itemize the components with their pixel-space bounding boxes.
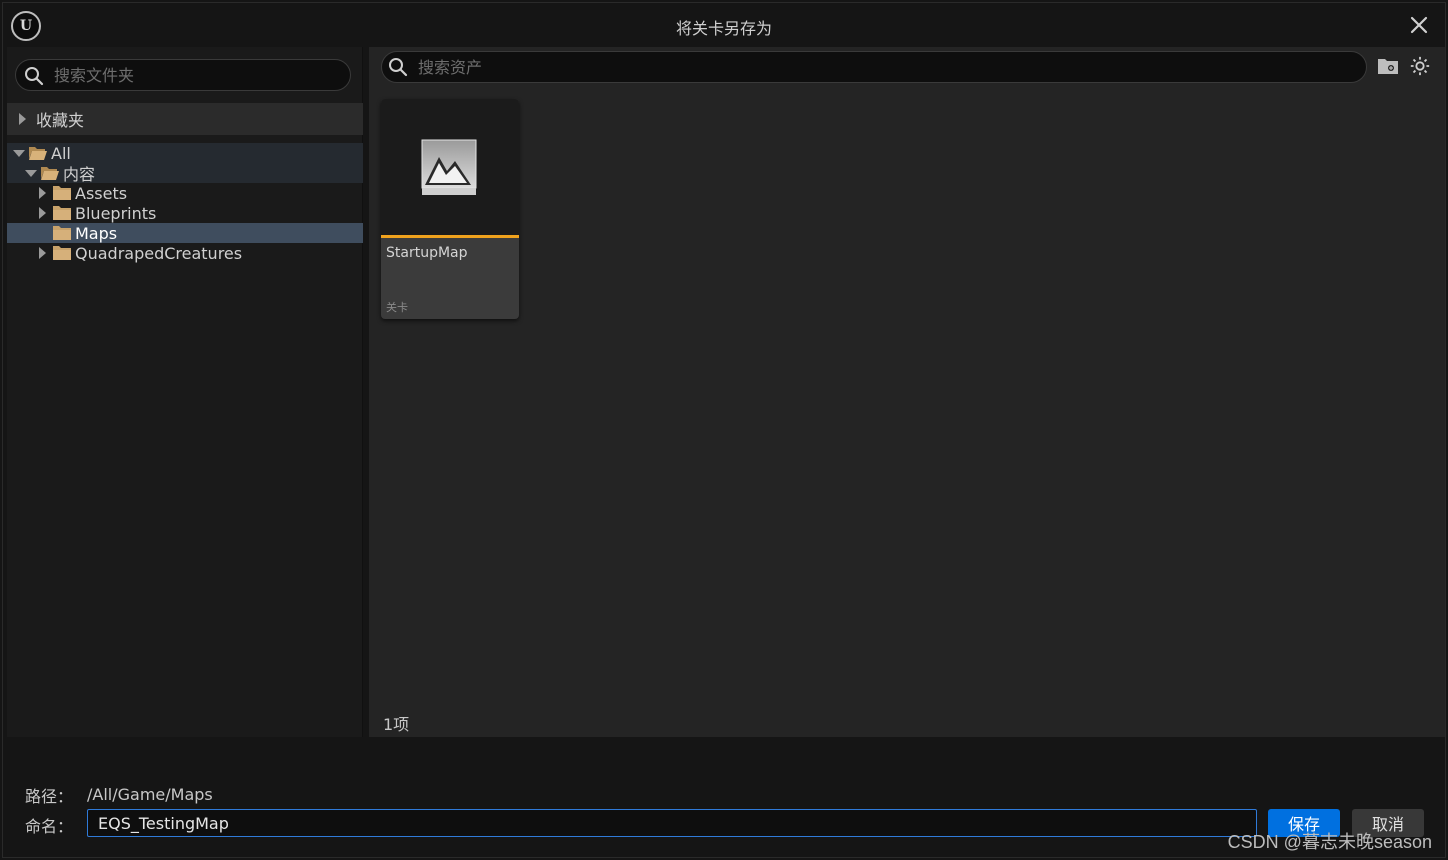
expand-arrow-icon[interactable] xyxy=(19,113,26,125)
tree-item-maps[interactable]: Maps xyxy=(7,223,363,243)
tree-item-label: Assets xyxy=(75,183,128,203)
open-folder-icon xyxy=(41,167,59,180)
path-value: /All/Game/Maps xyxy=(87,785,213,804)
watermark-text: CSDN @暮志未晚season xyxy=(1227,832,1432,852)
favorites-header[interactable]: 收藏夹 xyxy=(7,103,363,135)
save-level-as-dialog: U 将关卡另存为 收藏夹 All xyxy=(2,2,1446,858)
collapse-arrow-icon[interactable] xyxy=(25,167,37,179)
tree-item-blueprints[interactable]: Blueprints xyxy=(7,203,363,223)
tree-item-content[interactable]: 内容 xyxy=(7,163,363,184)
folder-panel: 收藏夹 All 内容 xyxy=(7,47,363,737)
folder-search-box[interactable] xyxy=(15,59,351,91)
open-folder-icon xyxy=(29,147,47,160)
expand-arrow-icon[interactable] xyxy=(37,247,49,259)
asset-thumbnail xyxy=(381,99,519,235)
expand-arrow-icon[interactable] xyxy=(37,187,49,199)
title-bar: U 将关卡另存为 xyxy=(3,3,1445,47)
tree-item-label: All xyxy=(51,143,71,163)
name-label: 命名： xyxy=(25,817,74,836)
folder-icon xyxy=(53,246,71,260)
favorites-label: 收藏夹 xyxy=(36,111,85,130)
tree-item-all[interactable]: All xyxy=(7,143,363,163)
asset-name: StartupMap xyxy=(386,245,468,261)
folder-icon xyxy=(53,186,71,200)
path-label: 路径： xyxy=(25,787,74,806)
asset-type-color-bar xyxy=(381,235,519,238)
asset-search-box[interactable] xyxy=(381,51,1367,83)
tree-item-label: Blueprints xyxy=(75,203,157,223)
folder-icon xyxy=(53,206,71,220)
asset-tile-startupmap[interactable]: StartupMap 关卡 xyxy=(381,99,519,319)
asset-type-label: 关卡 xyxy=(386,301,408,314)
tree-item-label: 内容 xyxy=(63,165,96,184)
expand-arrow-icon[interactable] xyxy=(37,207,49,219)
level-name-input[interactable] xyxy=(87,809,1257,837)
folder-tree: All 内容 Assets Blueprints Maps QuadrapedC… xyxy=(7,143,363,263)
asset-panel: StartupMap 关卡 1项 xyxy=(369,47,1445,737)
asset-search-input[interactable] xyxy=(418,52,1356,82)
search-icon xyxy=(25,67,44,86)
tree-item-label: Maps xyxy=(75,223,118,243)
settings-gear-icon[interactable] xyxy=(1409,55,1431,77)
item-count: 1项 xyxy=(383,715,410,734)
search-icon xyxy=(389,58,408,77)
folder-icon xyxy=(53,226,71,240)
tree-item-label: QuadrapedCreatures xyxy=(75,243,243,263)
tree-item-assets[interactable]: Assets xyxy=(7,183,363,203)
new-folder-icon[interactable] xyxy=(1377,57,1399,75)
dialog-title: 将关卡另存为 xyxy=(675,19,772,38)
tree-item-quadraped-creatures[interactable]: QuadrapedCreatures xyxy=(7,243,363,263)
folder-search-input[interactable] xyxy=(54,60,340,90)
close-icon[interactable] xyxy=(1407,13,1431,37)
collapse-arrow-icon[interactable] xyxy=(13,147,25,159)
level-map-icon xyxy=(421,139,477,195)
